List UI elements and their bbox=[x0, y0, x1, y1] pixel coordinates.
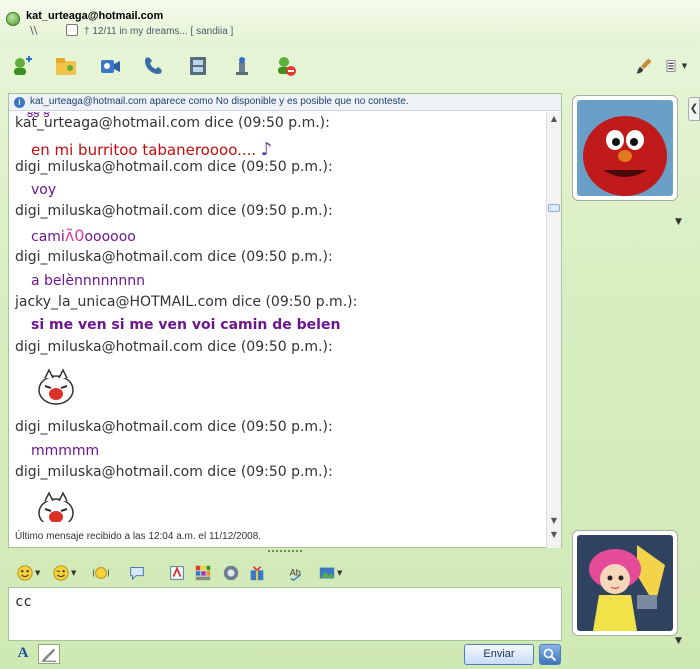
show-menu-button[interactable]: ▼ bbox=[662, 56, 690, 76]
menu-icon bbox=[666, 60, 676, 72]
message-list: ꞩꞩ ꞩ kat_urteaga@hotmail.com dice (09:50… bbox=[9, 112, 547, 522]
chevron-down-icon: ▼ bbox=[337, 569, 343, 577]
search-button[interactable] bbox=[539, 644, 561, 665]
chevron-down-icon: ▼ bbox=[681, 62, 688, 70]
block-contact-button[interactable] bbox=[272, 52, 300, 80]
image-icon bbox=[319, 567, 335, 579]
games-button[interactable] bbox=[228, 52, 256, 80]
smiley-icon bbox=[17, 565, 33, 581]
send-files-button[interactable] bbox=[52, 52, 80, 80]
collapse-sidebar-icon[interactable]: ❮ bbox=[688, 97, 700, 121]
speaker-icon bbox=[223, 565, 239, 581]
crying-bunny-emoticon-icon bbox=[38, 368, 74, 405]
folder-icon bbox=[56, 58, 76, 75]
status-info-bar: i kat_urteaga@hotmail.com aparece como N… bbox=[9, 94, 561, 111]
conversation-scrollbar[interactable]: ▲ ▼ ▼ bbox=[546, 112, 561, 548]
dance-emoticon-icon: ʌ̃0 bbox=[64, 226, 85, 245]
cartoon-girl-avatar-image bbox=[577, 535, 673, 631]
webcam-icon bbox=[101, 60, 120, 73]
nudge-button[interactable] bbox=[92, 563, 110, 583]
contact-status-icon bbox=[6, 12, 20, 26]
winks-button[interactable]: ▼ bbox=[52, 563, 76, 583]
title-bar: kat_urteaga@hotmail.com \\ † 12/11 in my… bbox=[0, 0, 700, 46]
speech-bubble-icon bbox=[130, 567, 144, 581]
message-sender: digi_miluska@hotmail.com dice (09:50 p.m… bbox=[15, 203, 333, 219]
resize-grip[interactable] bbox=[268, 550, 302, 553]
send-button[interactable]: Enviar bbox=[464, 644, 534, 665]
handwriting-button[interactable] bbox=[38, 644, 60, 664]
nudge-icon bbox=[92, 567, 110, 579]
palette-grid-icon bbox=[195, 565, 211, 581]
last-message-status: Último mensaje recibido a las 12:04 a.m.… bbox=[15, 531, 262, 542]
film-icon bbox=[190, 57, 206, 75]
message-body: mmmmm bbox=[31, 443, 100, 459]
message-body: en mi burritoo tabaneroooo.... ♪ bbox=[31, 139, 273, 160]
spellcheck-icon: Ab bbox=[290, 568, 302, 582]
font-color-icon bbox=[170, 566, 184, 580]
phone-icon bbox=[145, 57, 162, 74]
formatting-toolbar: ▼ ▼ Ab ▼ bbox=[8, 559, 562, 587]
message-sender: jacky_la_unica@HOTMAIL.com dice (09:50 p… bbox=[15, 294, 358, 310]
pen-icon bbox=[41, 648, 57, 662]
contact-nickname-slashes: \\ bbox=[30, 24, 38, 37]
elmo-avatar-image bbox=[577, 100, 673, 196]
bunny-emoticon-icon bbox=[66, 24, 78, 36]
gift-icon bbox=[250, 566, 264, 581]
conversation-history[interactable]: i kat_urteaga@hotmail.com aparece como N… bbox=[8, 93, 562, 548]
crying-bunny-emoticon-icon bbox=[38, 491, 74, 522]
message-body: camiʌ̃0oooooo bbox=[31, 226, 136, 245]
my-picture-menu-chevron-icon[interactable]: ▼ bbox=[675, 636, 682, 646]
block-user-icon bbox=[278, 57, 296, 76]
add-contact-icon bbox=[14, 56, 32, 75]
compose-bottom-bar: A Enviar bbox=[8, 642, 562, 666]
customize-background-button[interactable] bbox=[634, 56, 654, 76]
paintbrush-icon bbox=[636, 58, 652, 74]
display-picture-menu-chevron-icon[interactable]: ▼ bbox=[675, 217, 682, 227]
info-icon: i bbox=[14, 97, 25, 108]
chess-piece-icon bbox=[236, 57, 248, 75]
my-display-picture[interactable] bbox=[572, 530, 678, 636]
message-body: si me ven si me ven voi camin de belen bbox=[31, 317, 341, 333]
message-sender: kat_urteaga@hotmail.com dice (09:50 p.m.… bbox=[15, 115, 330, 131]
video-call-button[interactable] bbox=[96, 52, 124, 80]
status-info-text: kat_urteaga@hotmail.com aparece como No … bbox=[30, 96, 409, 107]
contact-avatar-image bbox=[577, 100, 673, 196]
send-image-button[interactable]: ▼ bbox=[318, 563, 342, 583]
sound-button[interactable] bbox=[222, 563, 240, 583]
conversation-toolbar: ▼ bbox=[0, 48, 700, 86]
search-icon bbox=[543, 648, 557, 661]
font-icon[interactable]: A bbox=[14, 645, 32, 663]
scroll-down-icon[interactable]: ▼ bbox=[549, 516, 559, 526]
message-sender: digi_miluska@hotmail.com dice (09:50 p.m… bbox=[15, 339, 333, 355]
emoticons-button[interactable]: ▼ bbox=[16, 563, 40, 583]
voice-clip-button[interactable] bbox=[128, 563, 146, 583]
message-sender: digi_miluska@hotmail.com dice (09:50 p.m… bbox=[15, 464, 333, 480]
scrollbar-thumb[interactable] bbox=[548, 204, 560, 212]
wink-icon bbox=[53, 565, 69, 581]
message-body: voy bbox=[31, 182, 57, 198]
my-avatar-image bbox=[577, 535, 673, 631]
games-activity-button[interactable] bbox=[248, 563, 266, 583]
scroll-end-icon[interactable]: ▼ bbox=[549, 530, 559, 540]
contact-display-picture[interactable] bbox=[572, 95, 678, 201]
background-button[interactable] bbox=[194, 563, 212, 583]
message-sender: digi_miluska@hotmail.com dice (09:50 p.m… bbox=[15, 419, 333, 435]
message-body: a belènnnnnnnn bbox=[31, 273, 146, 289]
message-input[interactable]: cc bbox=[8, 587, 562, 641]
invite-contact-button[interactable] bbox=[8, 52, 36, 80]
scroll-up-icon[interactable]: ▲ bbox=[549, 114, 559, 124]
music-note-icon: ♪ bbox=[260, 139, 273, 160]
personal-message: † 12/11 in my dreams... [ sandiia ] bbox=[84, 26, 234, 37]
contact-email: kat_urteaga@hotmail.com bbox=[26, 10, 164, 22]
change-font-button[interactable] bbox=[168, 563, 186, 583]
message-sender: digi_miluska@hotmail.com dice (09:50 p.m… bbox=[15, 159, 333, 175]
spelling-button[interactable]: Ab bbox=[288, 563, 306, 583]
chevron-down-icon: ▼ bbox=[71, 569, 77, 577]
activities-button[interactable] bbox=[184, 52, 212, 80]
chevron-down-icon: ▼ bbox=[35, 569, 41, 577]
voice-call-button[interactable] bbox=[140, 52, 168, 80]
message-sender: digi_miluska@hotmail.com dice (09:50 p.m… bbox=[15, 249, 333, 265]
